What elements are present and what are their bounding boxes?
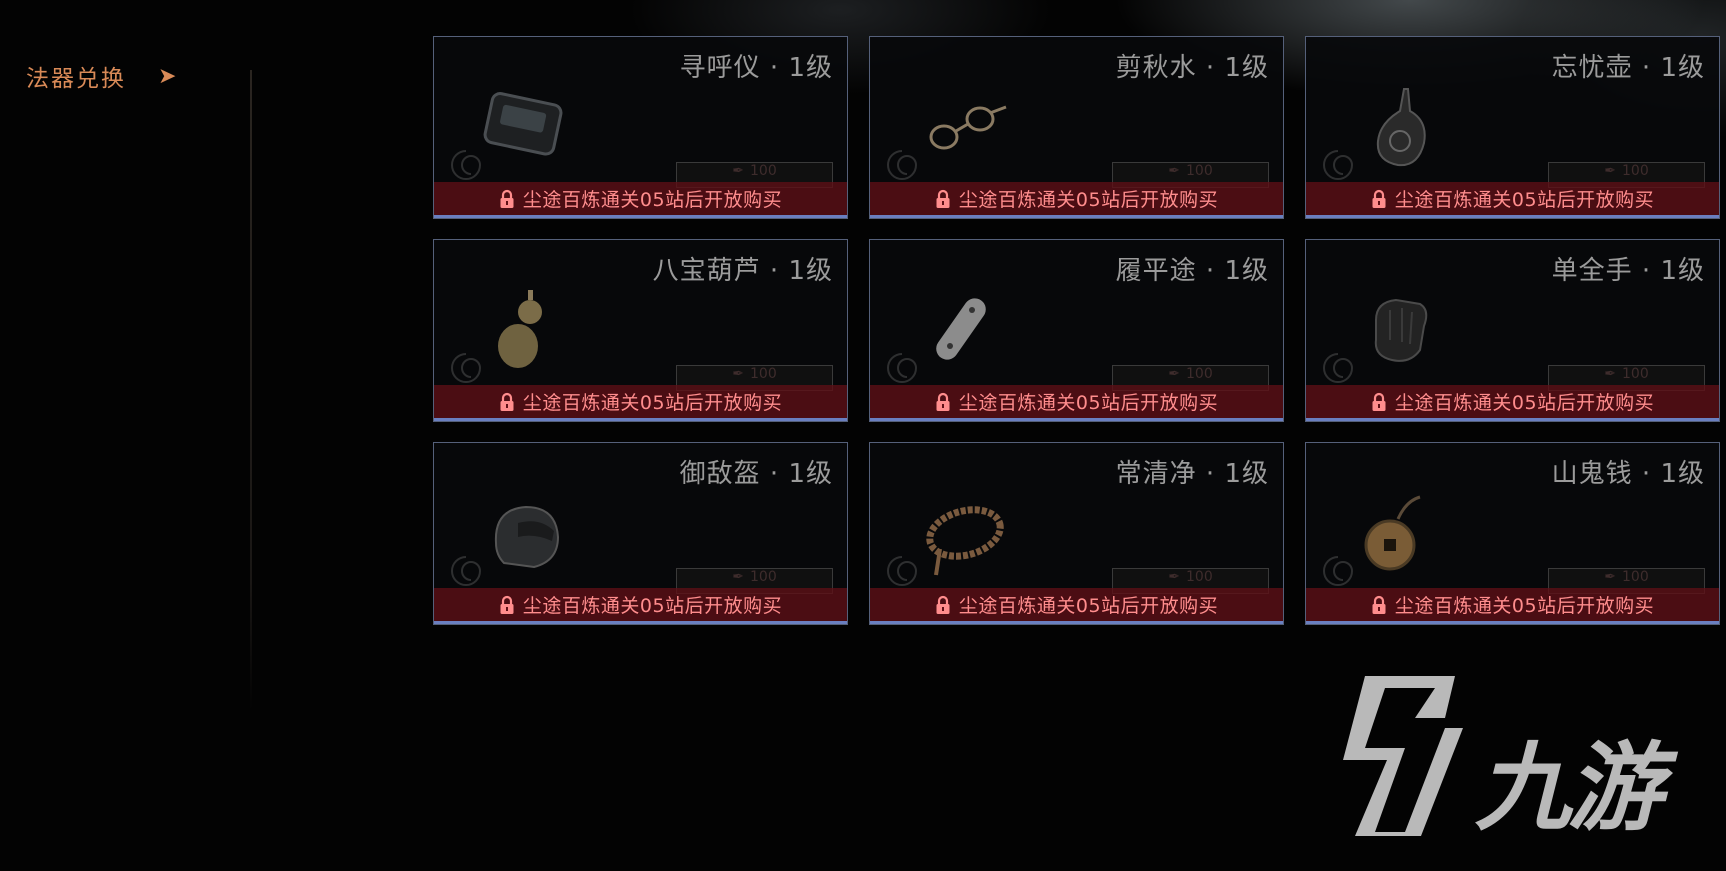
sidebar: 法器兑换 ➤ <box>0 0 252 871</box>
currency-icon: ✒ <box>1168 366 1180 382</box>
vase-icon <box>1376 88 1426 167</box>
lock-text: 尘途百炼通关05站后开放购买 <box>958 595 1219 617</box>
currency-icon: ✒ <box>1168 569 1180 585</box>
watermark-text: 九游 <box>1475 732 1663 844</box>
lock-banner: 尘途百炼通关05站后开放购买 <box>1306 588 1719 621</box>
item-card[interactable]: 常清净 · 1级 ✒ 100 尘途百炼通关05站后开放购买 <box>869 442 1284 625</box>
9game-logo <box>1343 676 1463 836</box>
pager-icon <box>483 92 563 156</box>
lock-text: 尘途百炼通关05站后开放购买 <box>958 189 1219 211</box>
sidebar-item-label: 法器兑换 <box>26 66 126 92</box>
gourd-icon <box>498 290 542 368</box>
price-value: 100 <box>1622 569 1649 585</box>
sidebar-item-artifact-exchange[interactable]: 法器兑换 ➤ <box>26 58 176 94</box>
item-title: 御敌盔 · 1级 <box>679 459 833 489</box>
arrow-right-icon: ➤ <box>158 63 177 89</box>
lock-text: 尘途百炼通关05站后开放购买 <box>522 392 783 414</box>
item-title: 山鬼钱 · 1级 <box>1551 459 1705 489</box>
item-card[interactable]: 御敌盔 · 1级 ✒ 100 尘途百炼通关05站后开放购买 <box>433 442 848 625</box>
lock-text: 尘途百炼通关05站后开放购买 <box>1394 595 1655 617</box>
prayer-beads-icon <box>926 506 1004 576</box>
item-card[interactable]: 履平途 · 1级 ✒ 100 尘途百炼通关05站后开放购买 <box>869 239 1284 422</box>
price-value: 100 <box>1186 569 1213 585</box>
currency-icon: ✒ <box>1604 569 1616 585</box>
lock-icon <box>1372 189 1386 208</box>
item-card[interactable]: 八宝葫芦 · 1级 ✒ 100 尘途百炼通关05站后开放购买 <box>433 239 848 422</box>
lock-icon <box>936 189 950 208</box>
lock-text: 尘途百炼通关05站后开放购买 <box>1394 392 1655 414</box>
price-value: 100 <box>750 366 777 382</box>
price-value: 100 <box>1186 163 1213 179</box>
lock-icon <box>936 392 950 411</box>
item-card[interactable]: 剪秋水 · 1级 ✒ 100 尘途百炼通关05站后开放购买 <box>869 36 1284 219</box>
currency-icon: ✒ <box>1168 163 1180 179</box>
currency-icon: ✒ <box>732 163 744 179</box>
lock-text: 尘途百炼通关05站后开放购买 <box>1394 189 1655 211</box>
skateboard-icon <box>936 298 986 360</box>
lock-banner: 尘途百炼通关05站后开放购买 <box>434 385 847 418</box>
coin-icon <box>1364 495 1421 571</box>
lock-banner: 尘途百炼通关05站后开放购买 <box>1306 182 1719 215</box>
lock-icon <box>500 595 514 614</box>
item-card[interactable]: 忘忧壶 · 1级 ✒ 100 尘途百炼通关05站后开放购买 <box>1305 36 1720 219</box>
lock-banner: 尘途百炼通关05站后开放购买 <box>870 182 1283 215</box>
price-value: 100 <box>1622 366 1649 382</box>
item-card[interactable]: 山鬼钱 · 1级 ✒ 100 尘途百炼通关05站后开放购买 <box>1305 442 1720 625</box>
lock-icon <box>1372 392 1386 411</box>
lock-banner: 尘途百炼通关05站后开放购买 <box>434 182 847 215</box>
item-title: 八宝葫芦 · 1级 <box>652 256 833 286</box>
lock-icon <box>936 595 950 614</box>
currency-icon: ✒ <box>732 569 744 585</box>
lock-banner: 尘途百炼通关05站后开放购买 <box>870 385 1283 418</box>
helmet-icon <box>494 505 560 569</box>
sidebar-divider <box>250 70 252 710</box>
item-title: 剪秋水 · 1级 <box>1115 53 1269 83</box>
currency-icon: ✒ <box>1604 163 1616 179</box>
item-card[interactable]: 寻呼仪 · 1级 ✒ 100 尘途百炼通关05站后开放购买 <box>433 36 848 219</box>
currency-icon: ✒ <box>732 366 744 382</box>
item-title: 履平途 · 1级 <box>1115 256 1269 286</box>
lock-icon <box>500 189 514 208</box>
item-title: 忘忧壶 · 1级 <box>1551 53 1705 83</box>
lock-text: 尘途百炼通关05站后开放购买 <box>958 392 1219 414</box>
item-card[interactable]: 单全手 · 1级 ✒ 100 尘途百炼通关05站后开放购买 <box>1305 239 1720 422</box>
item-title: 常清净 · 1级 <box>1115 459 1269 489</box>
lock-icon <box>1372 595 1386 614</box>
item-title: 单全手 · 1级 <box>1551 256 1705 286</box>
item-title: 寻呼仪 · 1级 <box>679 53 833 83</box>
lock-icon <box>500 392 514 411</box>
lock-text: 尘途百炼通关05站后开放购买 <box>522 595 783 617</box>
price-value: 100 <box>1186 366 1213 382</box>
currency-icon: ✒ <box>1604 366 1616 382</box>
glasses-icon <box>929 105 1007 150</box>
glove-icon <box>1374 298 1428 362</box>
price-value: 100 <box>1622 163 1649 179</box>
lock-banner: 尘途百炼通关05站后开放购买 <box>434 588 847 621</box>
lock-text: 尘途百炼通关05站后开放购买 <box>522 189 783 211</box>
lock-banner: 尘途百炼通关05站后开放购买 <box>870 588 1283 621</box>
price-value: 100 <box>750 163 777 179</box>
price-value: 100 <box>750 569 777 585</box>
lock-banner: 尘途百炼通关05站后开放购买 <box>1306 385 1719 418</box>
